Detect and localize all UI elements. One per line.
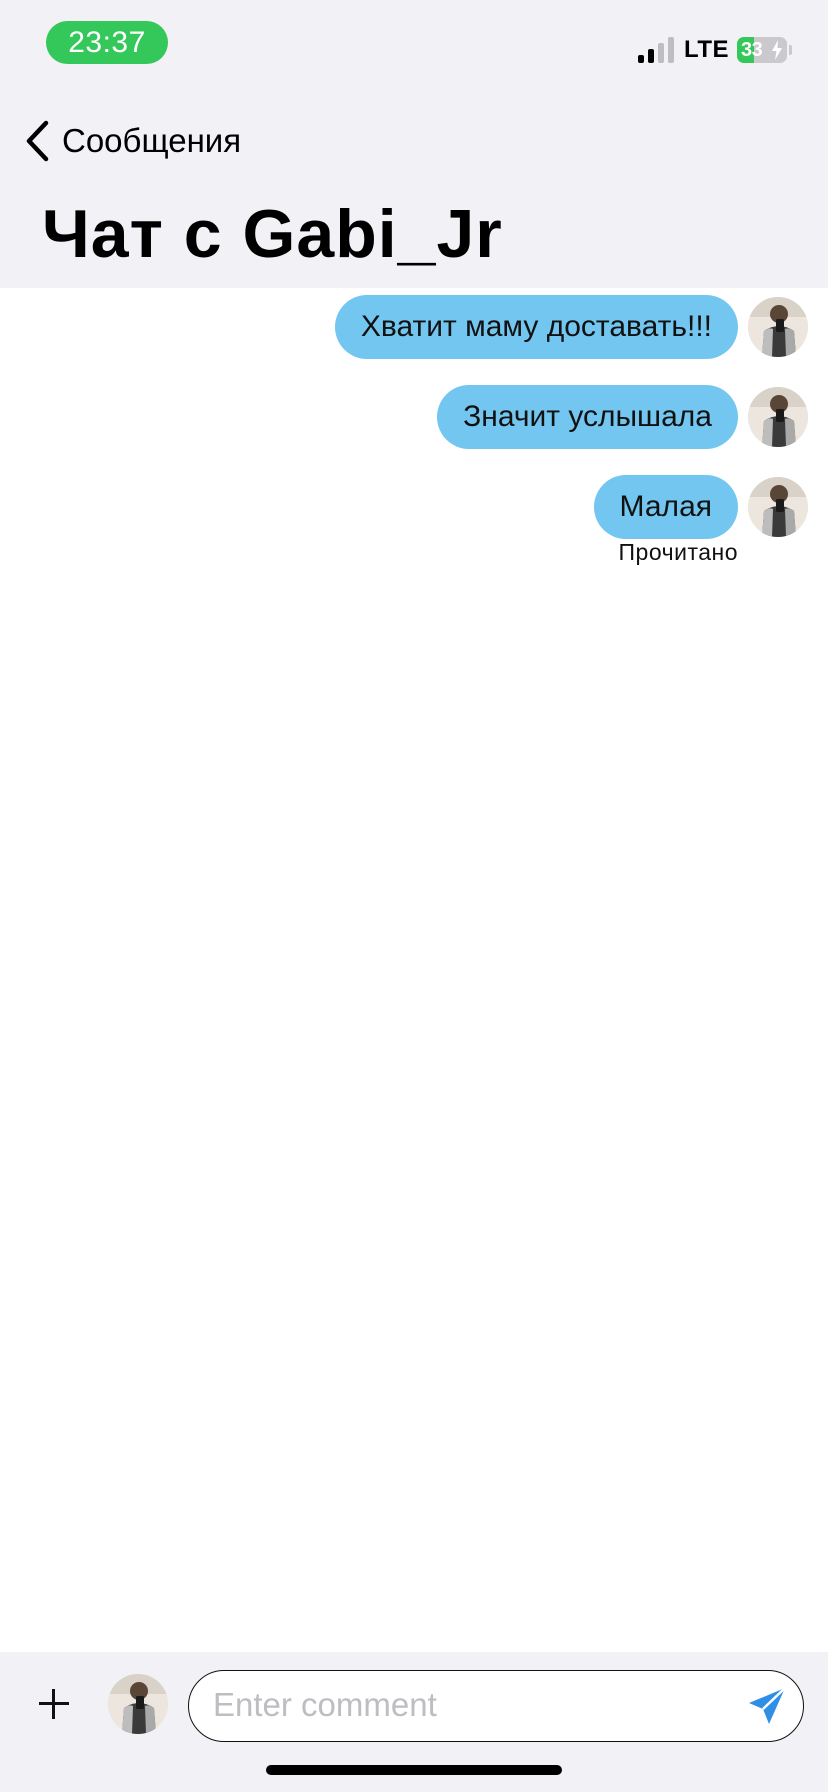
page-title: Чат с Gabi_Jr (42, 196, 503, 272)
comment-field (188, 1670, 804, 1742)
my-avatar[interactable] (108, 1674, 168, 1734)
send-icon (749, 1687, 786, 1724)
message-row: Малая (593, 475, 808, 539)
avatar[interactable] (748, 477, 808, 537)
header: 23:37 LTE 33 Сообщения Чат с Gabi_Jr (0, 0, 828, 288)
avatar-image (108, 1674, 168, 1734)
read-receipt: Прочитано (618, 539, 738, 565)
avatar-image (748, 387, 808, 447)
plus-icon (52, 1689, 55, 1719)
avatar[interactable] (748, 297, 808, 357)
avatar-image (748, 477, 808, 537)
back-label: Сообщения (62, 122, 242, 159)
send-button[interactable] (747, 1686, 787, 1726)
network-type: LTE (683, 36, 729, 63)
message-bubble[interactable]: Малая (593, 475, 738, 539)
avatar[interactable] (748, 387, 808, 447)
cellular-signal-icon (637, 37, 674, 63)
charging-bolt-icon (772, 40, 782, 60)
add-attachment-button[interactable] (36, 1686, 72, 1722)
back-button[interactable]: Сообщения (24, 118, 241, 164)
composer-bar (0, 1652, 828, 1792)
message-row: Значит услышала (437, 385, 808, 449)
message-bubble[interactable]: Хватит маму доставать!!! (334, 295, 738, 359)
message-row: Хватит маму доставать!!! (334, 295, 808, 359)
home-indicator (266, 1765, 562, 1775)
battery-icon: 33 (737, 37, 787, 63)
status-time: 23:37 (46, 21, 168, 64)
avatar-image (748, 297, 808, 357)
battery-cap (789, 45, 792, 55)
chevron-left-icon (26, 120, 49, 162)
comment-input[interactable] (213, 1671, 713, 1739)
message-bubble[interactable]: Значит услышала (437, 385, 738, 449)
status-indicators: LTE 33 (637, 36, 792, 64)
